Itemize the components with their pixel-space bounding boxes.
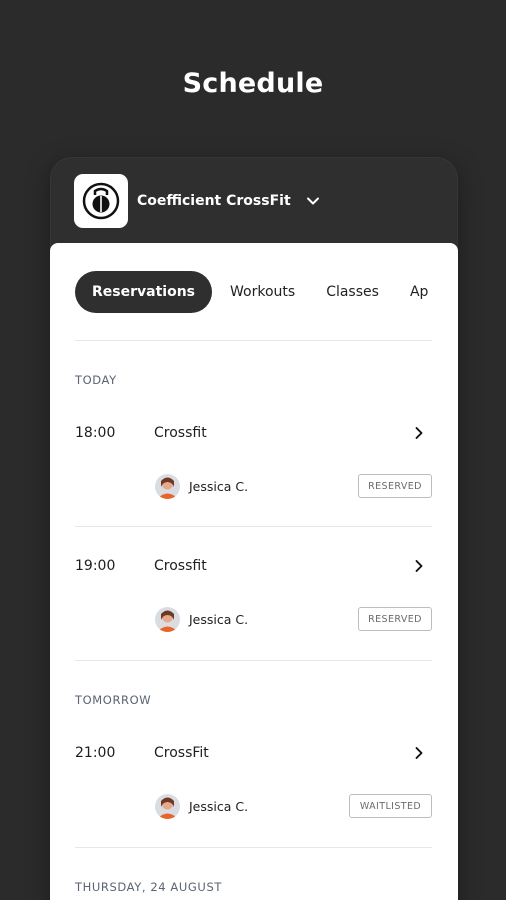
- chevron-right-icon[interactable]: [409, 423, 429, 443]
- class-name: Crossfit: [154, 558, 207, 574]
- status-badge: WAITLISTED: [349, 794, 432, 818]
- divider: [75, 847, 432, 848]
- schedule-sheet: Reservations Workouts Classes Ap TODAY 1…: [50, 243, 458, 900]
- page-title: Schedule: [182, 68, 324, 99]
- class-name: Crossfit: [154, 425, 207, 441]
- avatar: [155, 607, 180, 632]
- coach-name: Jessica C.: [189, 799, 249, 814]
- chevron-down-icon[interactable]: [305, 193, 321, 209]
- status-badge: RESERVED: [358, 607, 432, 631]
- gym-selector[interactable]: Coefficient CrossFit: [74, 173, 321, 229]
- app-screen: Schedule Coefficient CrossFit Reservatio…: [0, 0, 506, 900]
- coach-name: Jessica C.: [189, 479, 249, 494]
- tab-bar: Reservations Workouts Classes Ap: [75, 270, 458, 314]
- tab-workouts[interactable]: Workouts: [217, 271, 308, 313]
- divider: [75, 660, 432, 661]
- class-name: CrossFit: [154, 745, 209, 761]
- gym-name: Coefficient CrossFit: [137, 193, 291, 209]
- kettlebell-icon: [82, 182, 120, 220]
- coach-name: Jessica C.: [189, 612, 249, 627]
- tab-classes[interactable]: Classes: [313, 271, 392, 313]
- section-label-tomorrow: TOMORROW: [75, 693, 152, 707]
- tab-appointments[interactable]: Ap: [397, 271, 441, 313]
- avatar: [155, 474, 180, 499]
- class-time: 21:00: [75, 745, 116, 761]
- class-time: 19:00: [75, 558, 116, 574]
- section-label-today: TODAY: [75, 373, 117, 387]
- divider: [75, 526, 432, 527]
- class-time: 18:00: [75, 425, 116, 441]
- chevron-right-icon[interactable]: [409, 556, 429, 576]
- divider: [75, 340, 432, 341]
- avatar: [155, 794, 180, 819]
- gym-logo: [74, 174, 128, 228]
- tab-reservations[interactable]: Reservations: [75, 271, 212, 313]
- section-label-thursday: THURSDAY, 24 AUGUST: [75, 880, 222, 894]
- status-badge: RESERVED: [358, 474, 432, 498]
- chevron-right-icon[interactable]: [409, 743, 429, 763]
